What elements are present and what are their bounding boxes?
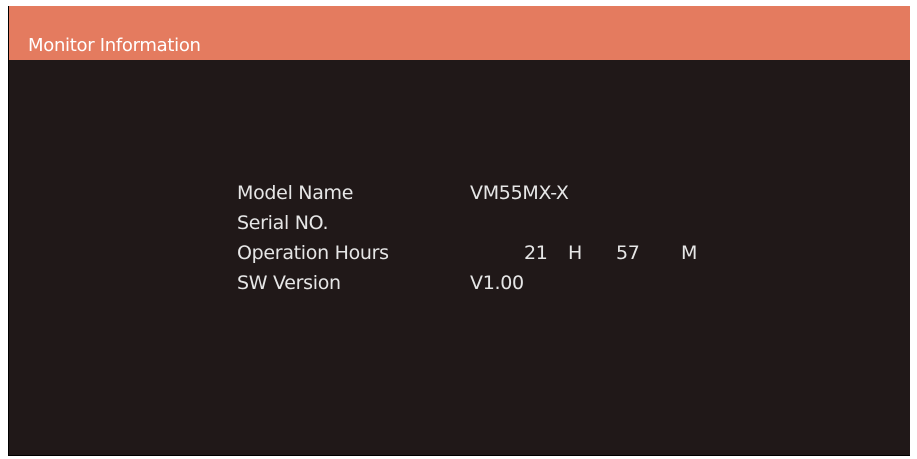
sw-version-value: V1.00 — [470, 272, 524, 294]
page-title: Monitor Information — [28, 35, 201, 56]
operation-hours-label: Operation Hours — [237, 242, 389, 264]
serial-no-label: Serial NO. — [237, 212, 329, 234]
sw-version-label: SW Version — [237, 272, 341, 294]
operation-hours-minutes-unit: M — [681, 242, 698, 264]
model-name-value: VM55MX-X — [470, 182, 569, 204]
operation-hours-hours: 21 — [524, 242, 548, 264]
panel-header: Monitor Information — [9, 6, 910, 60]
model-name-label: Model Name — [237, 182, 354, 204]
operation-hours-minutes: 57 — [616, 242, 640, 264]
monitor-information-panel: Monitor Information Model Name VM55MX-X … — [8, 6, 910, 456]
operation-hours-hours-unit: H — [568, 242, 582, 264]
